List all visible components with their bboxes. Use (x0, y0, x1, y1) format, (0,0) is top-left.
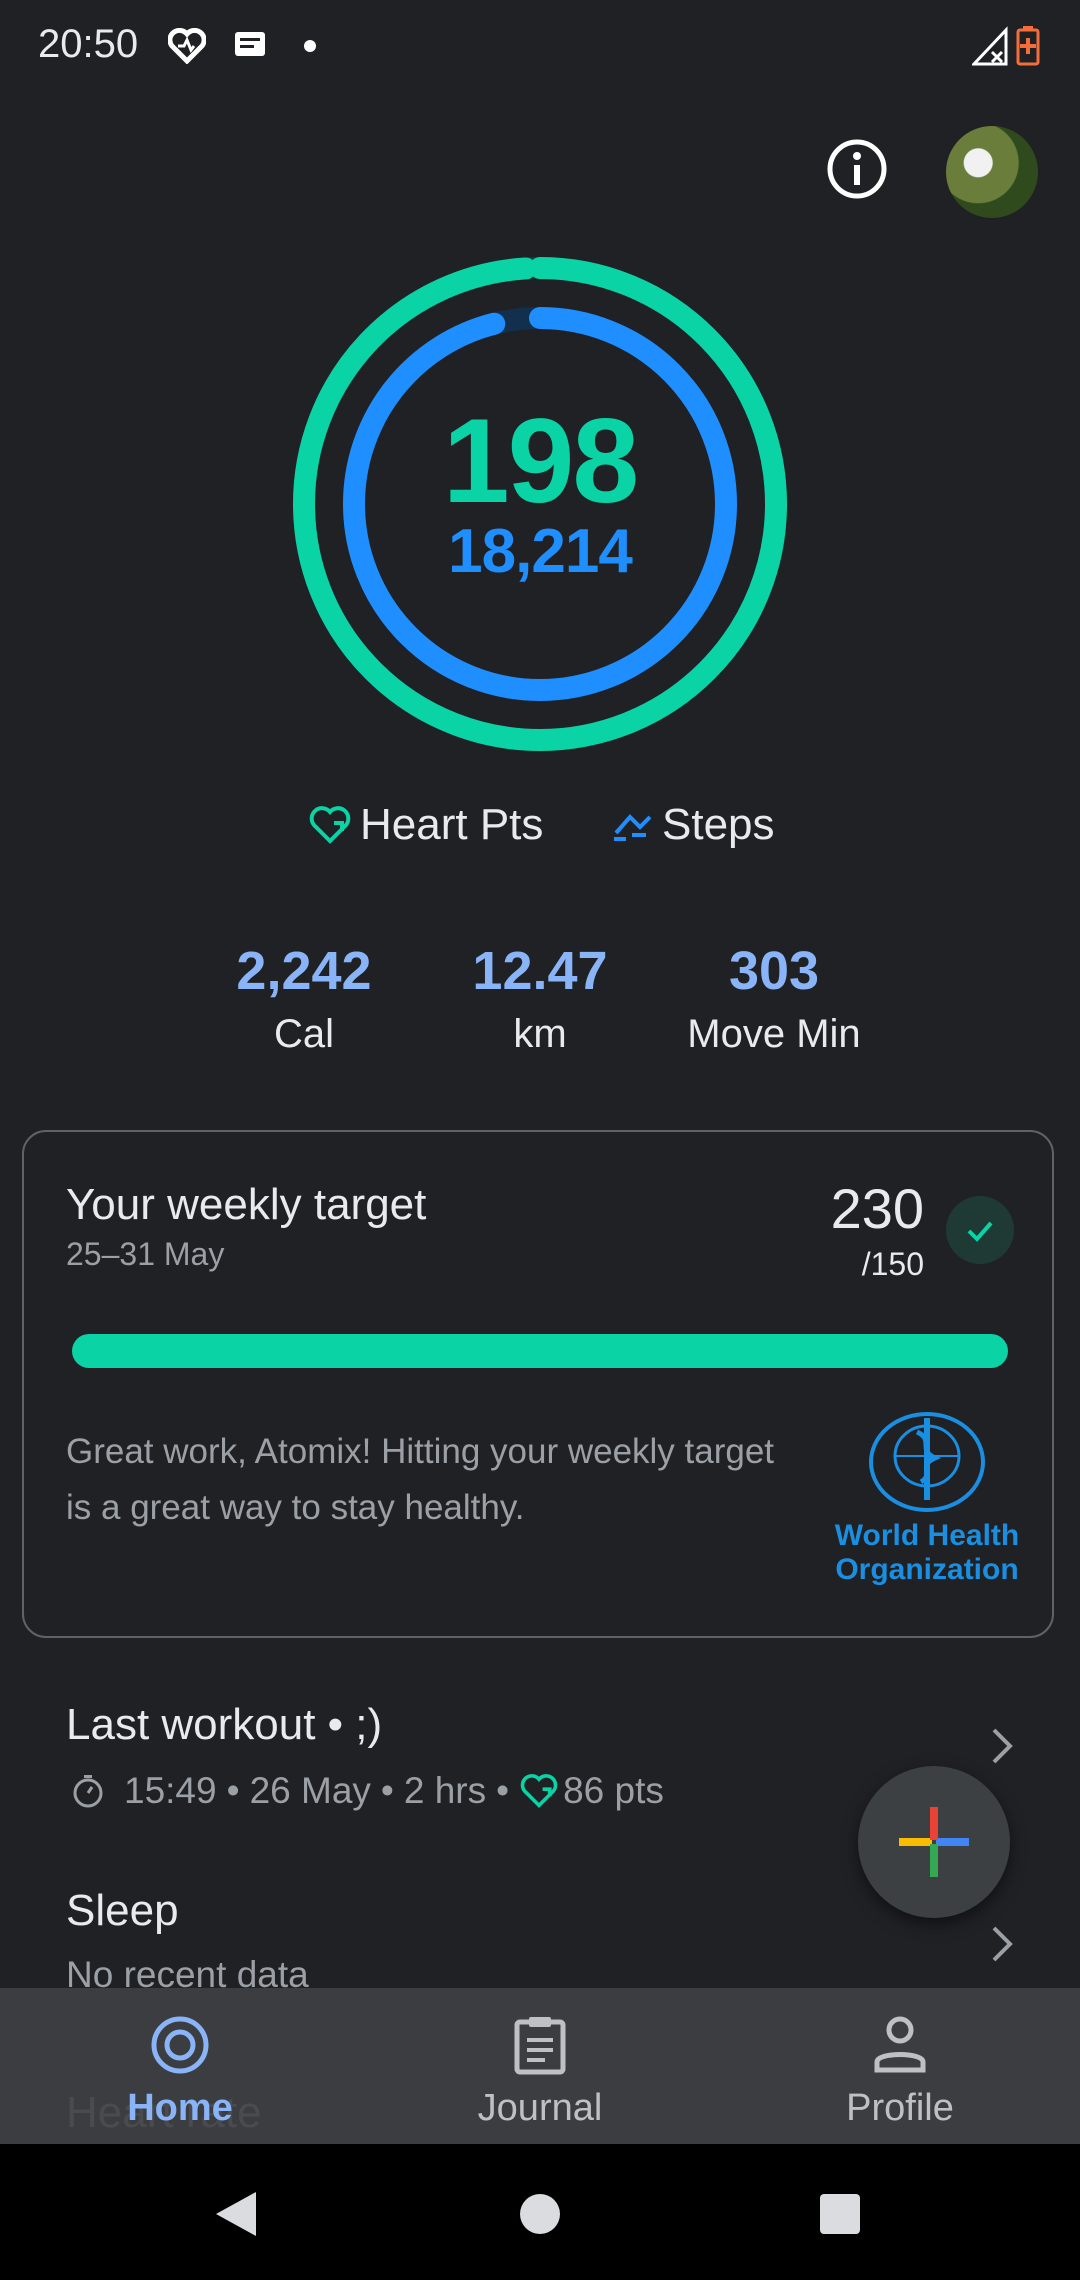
distance-metric: 12.47 km (420, 940, 660, 1057)
nav-home-label: Home (127, 2087, 233, 2129)
distance-value: 12.47 (472, 941, 608, 1001)
nav-profile[interactable]: Profile (720, 1988, 1080, 2144)
workout-date: 26 May (249, 1770, 371, 1811)
weekly-target-title: Your weekly target (66, 1180, 427, 1229)
calories-label: Cal (273, 1012, 335, 1056)
back-icon[interactable] (214, 2190, 258, 2238)
workout-duration: 2 hrs (403, 1770, 487, 1811)
journal-icon (514, 2017, 566, 2075)
who-emblem-icon (869, 1412, 985, 1512)
calories-metric: 2,242 Cal (184, 940, 424, 1057)
avatar[interactable] (946, 126, 1038, 218)
calories-value: 2,242 (236, 941, 372, 1001)
weekly-score: 230 (830, 1177, 924, 1240)
home-ring-icon (151, 2016, 209, 2074)
weekly-progress-bar (72, 1334, 1008, 1368)
nav-profile-label: Profile (846, 2087, 954, 2129)
last-workout-title[interactable]: Last workout • ;) (66, 1700, 382, 1750)
steps-value: 18,214 (448, 517, 633, 586)
separator: • (226, 1770, 240, 1811)
steps-label: Steps (662, 800, 775, 849)
message-notification-icon (235, 32, 265, 56)
nav-home[interactable]: Home (0, 1988, 360, 2144)
weekly-target-value: /150 (861, 1246, 924, 1282)
sleep-title[interactable]: Sleep (66, 1886, 179, 1936)
nav-journal-label: Journal (477, 2087, 603, 2129)
recents-icon[interactable] (820, 2194, 860, 2234)
chevron-right-icon[interactable] (982, 1924, 1022, 1964)
bottom-nav: Heart rate Home Journal Profile (0, 1988, 1080, 2144)
heart-points-icon (309, 806, 351, 844)
workout-time: 15:49 (124, 1770, 217, 1811)
separator: • (496, 1770, 510, 1811)
stopwatch-icon (73, 1775, 103, 1808)
sleep-subtitle: No recent data (66, 1954, 309, 1988)
steps-legend: Steps (610, 800, 775, 850)
person-icon (874, 2016, 926, 2073)
move-min-label: Move Min (687, 1012, 861, 1056)
weekly-target-date: 25–31 May (66, 1236, 225, 1272)
home-system-icon[interactable] (520, 2194, 560, 2234)
heart-pts-label: Heart Pts (360, 800, 544, 849)
distance-label: km (513, 1012, 567, 1056)
heart-pts-legend: Heart Pts (308, 800, 543, 850)
weekly-message: Great work, Atomix! Hitting your weekly … (66, 1432, 775, 1527)
who-logo-line1: World Health (834, 1519, 1020, 1552)
workout-points: 86 pts (563, 1770, 664, 1811)
heart-points-value: 198 (442, 394, 639, 528)
target-complete-badge (946, 1196, 1014, 1264)
who-logo: World Health Organization (832, 1410, 1022, 1587)
check-icon (967, 1221, 993, 1242)
add-button[interactable] (858, 1766, 1010, 1918)
last-workout-details: 15:49 • 26 May • 2 hrs • 86 pts (70, 1770, 664, 1812)
chevron-right-icon[interactable] (982, 1726, 1022, 1766)
status-time: 20:50 (38, 22, 139, 66)
plus-icon (899, 1807, 969, 1877)
move-min-metric: 303 Move Min (654, 940, 894, 1057)
battery-icon (1016, 26, 1040, 66)
info-icon[interactable] (826, 138, 888, 200)
nav-journal[interactable]: Journal (360, 1988, 720, 2144)
notification-dot-icon (304, 40, 316, 52)
signal-icon (972, 26, 1008, 66)
who-logo-line2: Organization (835, 1553, 1019, 1586)
heart-points-icon (520, 1774, 558, 1808)
separator: • (380, 1770, 394, 1811)
system-navigation-bar (0, 2144, 1080, 2280)
move-min-value: 303 (728, 941, 820, 1001)
heart-notification-icon (168, 28, 206, 64)
steps-icon (614, 814, 652, 841)
